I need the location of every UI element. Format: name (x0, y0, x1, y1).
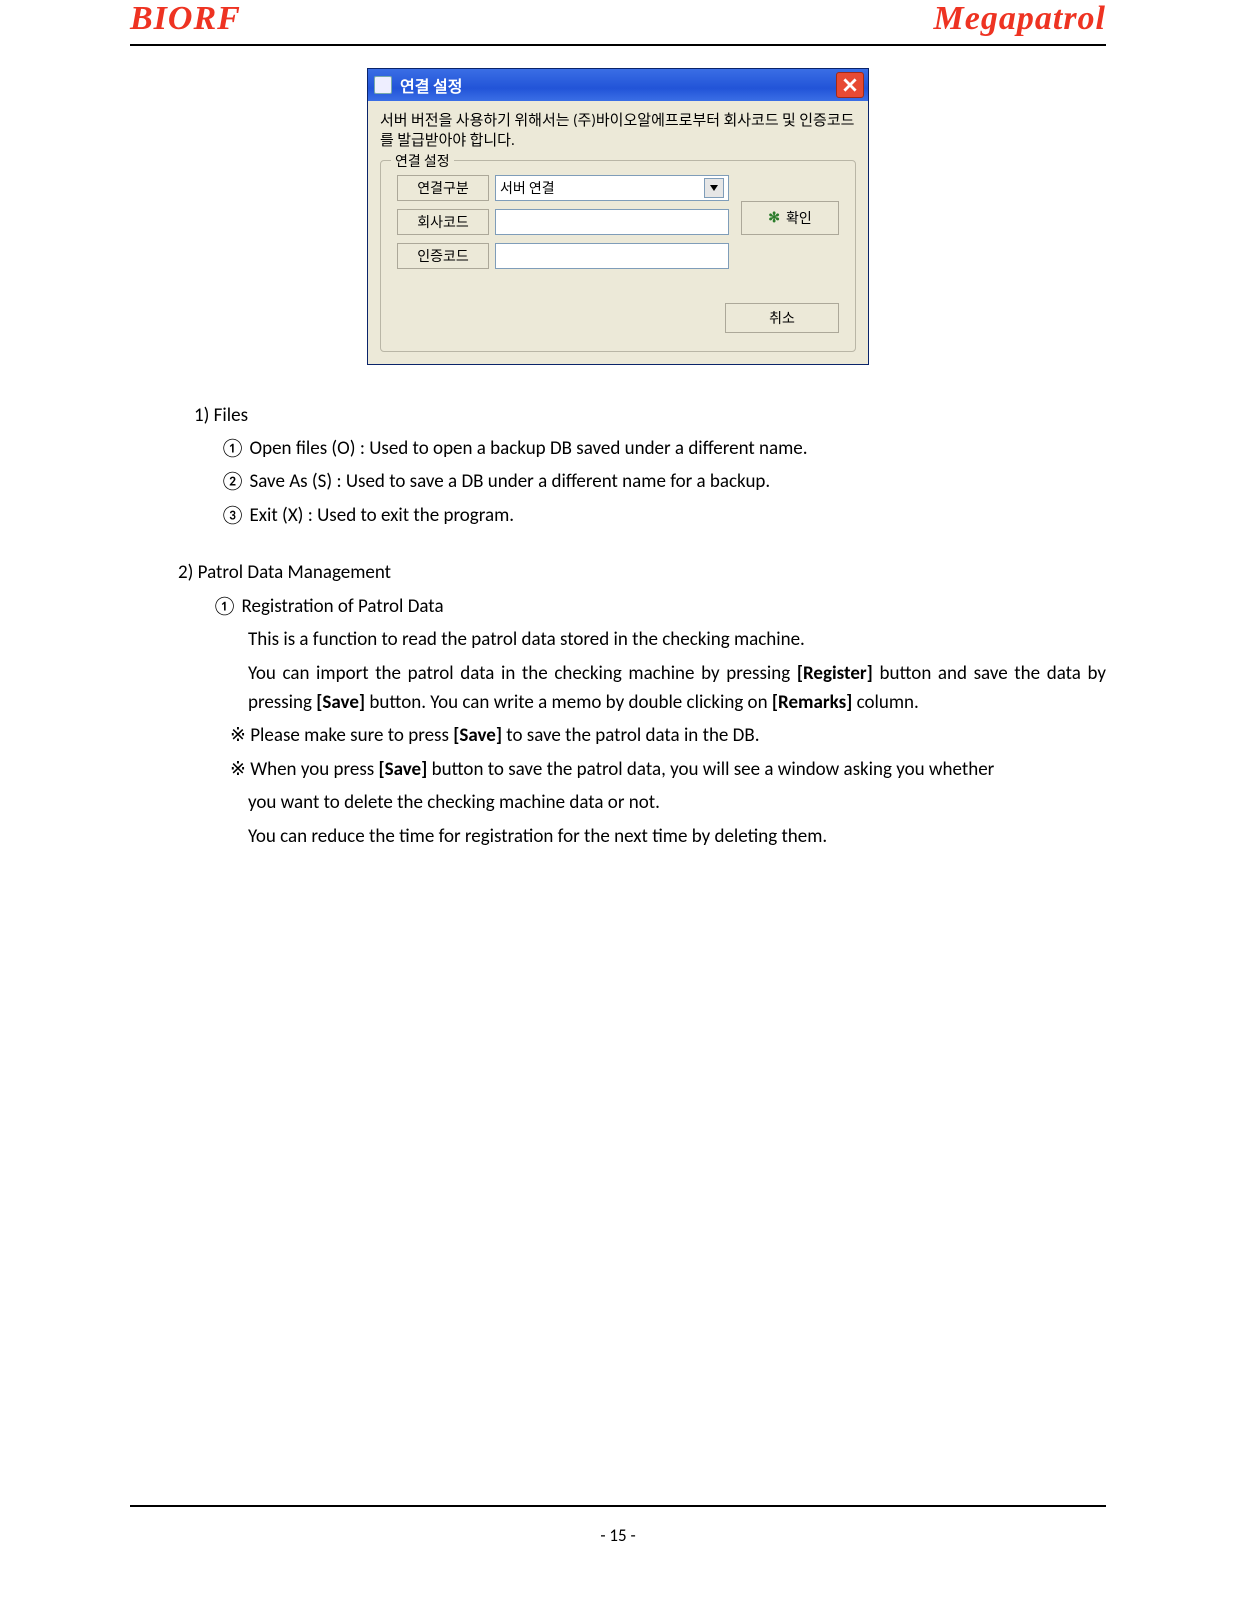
section-1-item-1: ① Open files (O) : Used to open a backup… (220, 434, 1106, 463)
section-2-item-1: ① Registration of Patrol Data (212, 592, 1106, 621)
auth-code-input[interactable] (495, 243, 729, 269)
section-1-item-3: ③ Exit (X) : Used to exit the program. (220, 501, 1106, 530)
section-1-heading: 1) Files (194, 401, 1106, 430)
dialog-titlebar: 연결 설정 (368, 69, 868, 101)
dialog-message: 서버 버전을 사용하기 위해서는 (주)바이오알에프로부터 회사코드 및 인증코… (380, 111, 856, 152)
close-icon (843, 78, 857, 92)
footer-rule (130, 1505, 1106, 1507)
brand-right: Megapatrol (934, 0, 1106, 38)
section-2-note-2: ※ When you press [Save] button to save t… (230, 755, 1106, 784)
header-rule (130, 44, 1106, 46)
label-connection-type: 연결구분 (397, 175, 489, 201)
connection-settings-dialog: 연결 설정 서버 버전을 사용하기 위해서는 (주)바이오알에프로부터 회사코드… (367, 68, 869, 365)
ok-button-label: 확인 (786, 208, 812, 228)
section-2-para-1: This is a function to read the patrol da… (248, 625, 1106, 654)
cancel-button-label: 취소 (769, 308, 795, 328)
page-number: - 15 - (130, 1525, 1106, 1546)
app-icon (374, 76, 392, 94)
chevron-down-icon (704, 178, 724, 198)
dialog-title: 연결 설정 (400, 73, 836, 97)
section-2-heading: 2) Patrol Data Management (178, 558, 1106, 587)
ok-button[interactable]: ✻ 확인 (741, 201, 839, 235)
connection-fieldset: 연결 설정 연결구분 서버 연결 (380, 160, 856, 352)
connection-type-combo[interactable]: 서버 연결 (495, 175, 729, 201)
section-2-note-1: ※ Please make sure to press [Save] to sa… (230, 721, 1106, 750)
section-1-item-2: ② Save As (S) : Used to save a DB under … (220, 467, 1106, 496)
section-2-note-2c: You can reduce the time for registration… (248, 822, 1106, 851)
fieldset-legend: 연결 설정 (391, 151, 454, 171)
label-auth-code: 인증코드 (397, 243, 489, 269)
brand-left: BIORF (130, 0, 241, 38)
section-2-note-2b: you want to delete the checking machine … (248, 788, 1106, 817)
section-2-para-2: You can import the patrol data in the ch… (248, 659, 1106, 718)
close-button[interactable] (836, 72, 864, 98)
label-company-code: 회사코드 (397, 209, 489, 235)
check-icon: ✻ (768, 209, 780, 226)
cancel-button[interactable]: 취소 (725, 303, 839, 333)
document-body: 1) Files ① Open files (O) : Used to open… (130, 401, 1106, 852)
company-code-input[interactable] (495, 209, 729, 235)
combo-value: 서버 연결 (500, 178, 555, 198)
